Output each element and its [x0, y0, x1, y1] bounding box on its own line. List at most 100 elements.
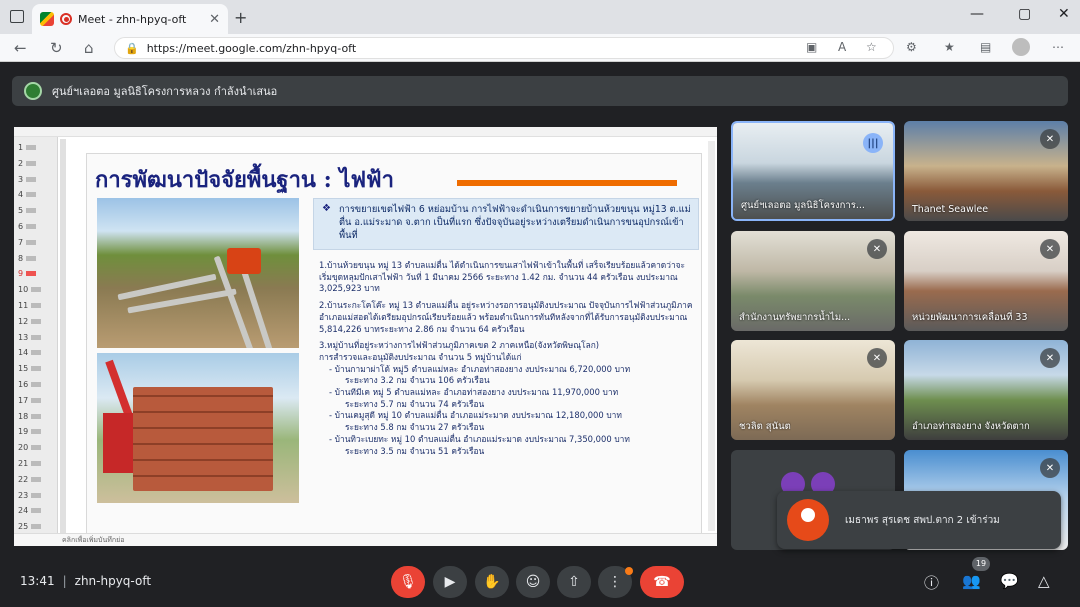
raise-hand-button[interactable]: ✋: [475, 566, 509, 598]
slide-thumbnail[interactable]: 16: [18, 380, 42, 389]
reactions-button[interactable]: ☺: [516, 566, 550, 598]
participant-tile-3[interactable]: ✕ สำนักงานทรัพยากรน้ำไม...: [731, 231, 895, 331]
presenter-text: ศูนย์ฯเลอตอ มูลนิธิโครงการหลวง กำลังนำเส…: [52, 85, 278, 98]
slide-number: 18: [18, 411, 29, 421]
collections-icon[interactable]: ▤: [980, 40, 991, 54]
tab-close-icon[interactable]: ✕: [209, 12, 220, 27]
slide-number: 7: [18, 237, 24, 247]
slide-thumbnail-panel[interactable]: 1 2 3 4 5 6 7 8 9 10 11 12 13 14 15 16 17 18 19 20 21 22 23 24 2…: [14, 137, 58, 533]
slide-thumbnail[interactable]: 25: [18, 522, 42, 532]
slide-number: 10: [18, 285, 29, 295]
slide-number: 9: [18, 269, 24, 279]
maximize-button[interactable]: ▢: [1018, 6, 1031, 22]
slide-thumbnail[interactable]: 23: [18, 490, 42, 500]
participant-tile-1[interactable]: ||| ศูนย์ฯเลอตอ มูลนิธิโครงการ...: [731, 121, 895, 221]
slide-thumbnail[interactable]: 11: [18, 301, 42, 310]
diamond-bullet-icon: ❖: [322, 203, 331, 214]
slide-scrollbar[interactable]: [708, 141, 715, 531]
slide-mini-icon: [31, 382, 42, 387]
ppt-toolbar: [14, 127, 717, 137]
slide-thumbnail[interactable]: 18: [18, 411, 42, 421]
slide-thumbnail[interactable]: 20: [18, 443, 42, 452]
participant-tile-4[interactable]: ✕ หน่วยพัฒนาการเคลื่อนที่ 33: [904, 231, 1068, 331]
slide-thumbnail[interactable]: 17: [18, 396, 42, 405]
settings-more-icon[interactable]: ⋯: [1052, 40, 1064, 54]
slide-thumbnail[interactable]: 9: [18, 269, 37, 279]
meet-favicon-icon: [40, 12, 54, 26]
slide-number: 1: [18, 143, 24, 152]
participant-name: หน่วยพัฒนาการเคลื่อนที่ 33: [912, 312, 1028, 323]
slide-thumbnail[interactable]: 7: [18, 237, 37, 247]
slide-mini-icon: [31, 413, 42, 419]
slide-number: 13: [18, 332, 29, 342]
url-text[interactable]: https://meet.google.com/zhn-hpyq-oft: [147, 42, 356, 55]
slide-thumbnail[interactable]: 2: [18, 159, 37, 168]
people-icon[interactable]: 👥: [962, 572, 981, 590]
notification-dot: [625, 567, 633, 575]
slide-thumbnail[interactable]: 6: [18, 222, 37, 231]
presentation-screen[interactable]: 1 2 3 4 5 6 7 8 9 10 11 12 13 14 15 16 17 18 19 20 21 22 23 24 2…: [14, 127, 717, 546]
recording-icon: [60, 13, 72, 25]
slide-thumbnail[interactable]: 22: [18, 475, 42, 484]
activities-icon[interactable]: △: [1038, 572, 1050, 590]
lock-icon[interactable]: 🔒: [125, 42, 139, 55]
favorite-add-icon[interactable]: ☆: [866, 40, 877, 54]
mic-toggle-button[interactable]: 🎙: [391, 566, 425, 598]
slide-number: 25: [18, 522, 29, 532]
minimize-button[interactable]: —: [970, 6, 984, 22]
village-2: - บ้านทีมีเค หมู่ 5 ตำบลแม่หละ อำเภอท่าส…: [329, 387, 619, 398]
slide-mini-icon: [26, 145, 37, 150]
slide-thumbnail[interactable]: 19: [18, 427, 42, 436]
camera-toggle-button[interactable]: ▶: [433, 566, 467, 598]
present-screen-button[interactable]: ⇧: [557, 566, 591, 598]
url-bar[interactable]: 🔒 https://meet.google.com/zhn-hpyq-oft: [114, 37, 894, 59]
home-icon[interactable]: ⌂: [84, 39, 94, 57]
joined-user-avatar: [787, 499, 829, 541]
browser-tab-meet[interactable]: Meet - zhn-hpyq-oft ✕: [32, 4, 228, 34]
back-icon[interactable]: ←: [14, 39, 27, 57]
chat-icon[interactable]: 💬: [1000, 572, 1019, 590]
reload-icon[interactable]: ↻: [50, 39, 63, 57]
notes-placeholder[interactable]: คลิกเพื่อเพิ่มบันทึกย่อ: [14, 533, 717, 546]
camera-in-use-icon[interactable]: ▣: [806, 40, 817, 54]
tab-actions-icon[interactable]: [10, 10, 24, 23]
slide-mini-icon: [31, 461, 42, 466]
slide-thumbnail[interactable]: 14: [18, 348, 42, 357]
profile-avatar[interactable]: [1012, 38, 1030, 56]
slide-thumbnail[interactable]: 8: [18, 254, 37, 263]
slide-thumbnail[interactable]: 24: [18, 506, 42, 515]
thumbnail-scrollbar[interactable]: [60, 139, 66, 533]
slide-thumbnail[interactable]: 13: [18, 332, 42, 342]
participant-tile-6[interactable]: ✕ อำเภอท่าสองยาง จังหวัดตาก: [904, 340, 1068, 440]
favorites-icon[interactable]: ★: [944, 40, 955, 54]
info-separator: |: [62, 574, 67, 588]
slide-thumbnail[interactable]: 3: [18, 175, 37, 184]
participant-tile-2[interactable]: ✕ Thanet Seawlee: [904, 121, 1068, 221]
village-1-detail: ระยะทาง 3.2 กม จำนวน 106 ครัวเรือน: [345, 375, 490, 386]
mic-off-icon: ✕: [1040, 239, 1060, 259]
slide-mini-icon: [31, 350, 42, 356]
slide-thumbnail[interactable]: 4: [18, 190, 37, 199]
participant-tile-5[interactable]: ✕ ชวลิต สุนันต: [731, 340, 895, 440]
new-tab-button[interactable]: +: [234, 8, 247, 27]
extensions-icon[interactable]: ⚙: [906, 40, 917, 54]
item-3-subtitle: การสำรวจและอนุมัติงบประมาณ จำนวน 5 หมู่บ…: [319, 351, 522, 362]
close-window-button[interactable]: ✕: [1058, 6, 1070, 22]
slide-thumbnail[interactable]: 21: [18, 459, 42, 468]
participant-name: สำนักงานทรัพยากรน้ำไม...: [739, 312, 851, 323]
slide-thumbnail[interactable]: 5: [18, 206, 37, 215]
slide-mini-icon: [31, 334, 42, 340]
leave-call-button[interactable]: ☎: [640, 566, 684, 598]
slide-thumbnail[interactable]: 12: [18, 317, 42, 326]
slide-mini-icon: [31, 492, 42, 498]
read-aloud-icon[interactable]: A: [838, 40, 846, 54]
slide-number: 6: [18, 222, 24, 231]
slide-thumbnail[interactable]: 1: [18, 143, 37, 152]
presenter-banner: ศูนย์ฯเลอตอ มูลนิธิโครงการหลวง กำลังนำเส…: [12, 76, 1068, 106]
village-4: - บ้านทิวะเบยทะ หมู่ 10 ตำบลแม่ตื่น อำเภ…: [329, 433, 630, 444]
meeting-details-icon[interactable]: ⓘ: [924, 572, 939, 593]
slide-number: 23: [18, 490, 29, 500]
slide-thumbnail[interactable]: 15: [18, 364, 42, 373]
village-2-detail: ระยะทาง 5.7 กม จำนวน 74 ครัวเรือน: [345, 398, 485, 409]
slide-thumbnail[interactable]: 10: [18, 285, 42, 295]
